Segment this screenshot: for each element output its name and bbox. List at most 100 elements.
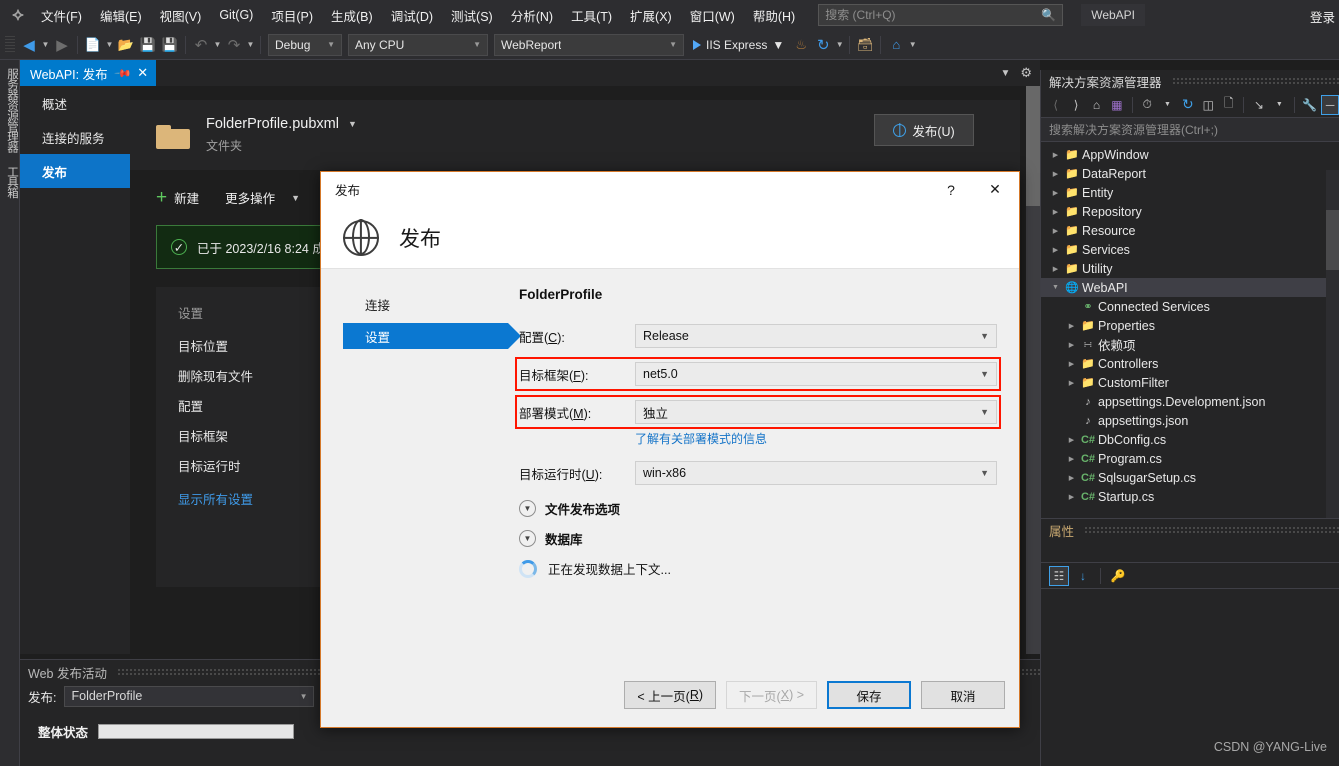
- navigate-forward-icon[interactable]: ▶: [51, 34, 73, 56]
- browser-link-dropdown-icon[interactable]: ▼: [907, 34, 918, 56]
- tree-item[interactable]: ▶ 📁 Services: [1041, 240, 1339, 259]
- expander-collapsed-icon[interactable]: ▶: [1049, 265, 1062, 273]
- browser-link-icon[interactable]: ⌂: [885, 34, 907, 56]
- toolbar-grip[interactable]: [5, 35, 15, 54]
- minimize-icon[interactable]: ─: [1321, 94, 1339, 115]
- navigate-backward-icon[interactable]: ◀: [18, 34, 40, 56]
- expander-collapsed-icon[interactable]: ▶: [1065, 474, 1078, 482]
- menu-item-9[interactable]: 工具(T): [562, 2, 621, 29]
- tab-webapi-publish[interactable]: WebAPI: 发布 📌 ✕: [20, 60, 157, 86]
- tree-item[interactable]: ▶ C# Program.cs: [1041, 449, 1339, 468]
- configuration-combo[interactable]: Debug ▼: [268, 33, 342, 56]
- dialog-field-select[interactable]: net5.0 ▼: [635, 362, 997, 386]
- tree-item[interactable]: ♪ appsettings.Development.json: [1041, 392, 1339, 411]
- refresh-icon[interactable]: ↻: [1179, 95, 1196, 115]
- publish-nav-item-1[interactable]: 连接的服务: [20, 120, 130, 154]
- categorized-icon[interactable]: ☷: [1049, 565, 1069, 586]
- chevron-down-icon[interactable]: ▼: [1000, 68, 1010, 79]
- tree-item[interactable]: ▶ 📁 Properties: [1041, 316, 1339, 335]
- tree-item[interactable]: ▶ 📁 Repository: [1041, 202, 1339, 221]
- undo-icon[interactable]: ↶: [190, 34, 212, 56]
- expander-collapsed-icon[interactable]: ▶: [1049, 151, 1062, 159]
- collapse-all-icon[interactable]: ◫: [1200, 95, 1217, 115]
- tree-item[interactable]: ▶ C# SqlsugarSetup.cs: [1041, 468, 1339, 487]
- tree-item[interactable]: ▶ 📁 Entity: [1041, 183, 1339, 202]
- chevron-down-icon[interactable]: ▼: [1271, 95, 1288, 115]
- dialog-field-select[interactable]: 独立 ▼: [635, 400, 997, 424]
- tree-item[interactable]: ▶ C# DbConfig.cs: [1041, 430, 1339, 449]
- expander-collapsed-icon[interactable]: ▶: [1049, 246, 1062, 254]
- alphabetical-icon[interactable]: ↓: [1073, 566, 1093, 586]
- dialog-button-3[interactable]: 取消: [921, 681, 1005, 709]
- menu-item-11[interactable]: 窗口(W): [681, 2, 744, 29]
- sync-icon[interactable]: ↘: [1250, 95, 1267, 115]
- solution-explorer-scrollbar[interactable]: [1326, 170, 1339, 518]
- save-all-icon[interactable]: 💾: [159, 34, 181, 56]
- publish-nav-item-0[interactable]: 概述: [20, 86, 130, 120]
- help-icon[interactable]: ?: [929, 173, 973, 206]
- menu-item-12[interactable]: 帮助(H): [744, 2, 804, 29]
- restart-icon[interactable]: ↻: [812, 34, 834, 56]
- more-actions-button[interactable]: 更多操作 ▼: [225, 188, 300, 207]
- menu-item-8[interactable]: 分析(N): [502, 2, 562, 29]
- expander-collapsed-icon[interactable]: ▶: [1049, 208, 1062, 216]
- properties-wrench-icon[interactable]: 🔧: [1301, 95, 1318, 115]
- chevron-down-icon[interactable]: ▼: [1159, 95, 1176, 115]
- tree-item[interactable]: ⚭ Connected Services: [1041, 297, 1339, 316]
- dock-item-server-explorer[interactable]: 服务器资源管理器: [0, 68, 20, 152]
- expander-collapsed-icon[interactable]: ▶: [1065, 360, 1078, 368]
- tree-item[interactable]: ▶ 📁 Utility: [1041, 259, 1339, 278]
- dialog-button-2[interactable]: 保存: [827, 681, 911, 709]
- pin-icon[interactable]: 📌: [113, 64, 132, 82]
- menu-item-6[interactable]: 调试(D): [382, 2, 442, 29]
- expander-collapsed-icon[interactable]: ▶: [1049, 227, 1062, 235]
- redo-icon[interactable]: ↷: [223, 34, 245, 56]
- menu-item-4[interactable]: 项目(P): [262, 2, 322, 29]
- dialog-field-select[interactable]: win-x86 ▼: [635, 461, 997, 485]
- tree-item[interactable]: ▼ 🌐 WebAPI: [1041, 278, 1339, 297]
- platform-combo[interactable]: Any CPU ▼: [348, 33, 488, 56]
- chevron-down-icon[interactable]: ▼: [348, 119, 357, 129]
- expander-collapsed-icon[interactable]: ▶: [1065, 322, 1078, 330]
- undo-dropdown-icon[interactable]: ▼: [212, 34, 223, 56]
- chevron-down-icon[interactable]: ▼: [772, 38, 784, 52]
- property-pages-icon[interactable]: 🔑: [1108, 566, 1128, 586]
- tree-item[interactable]: ▶ C# Startup.cs: [1041, 487, 1339, 506]
- menu-item-7[interactable]: 测试(S): [442, 2, 502, 29]
- gear-icon[interactable]: ⚙: [1020, 65, 1032, 81]
- search-box[interactable]: 🔍: [818, 4, 1064, 26]
- tree-item[interactable]: ♪ appsettings.json: [1041, 411, 1339, 430]
- tree-item[interactable]: ▶ 📁 DataReport: [1041, 164, 1339, 183]
- tree-item[interactable]: ▶ 📁 Controllers: [1041, 354, 1339, 373]
- pending-changes-icon[interactable]: ⏱: [1138, 95, 1155, 115]
- forward-icon[interactable]: ⟩: [1067, 95, 1084, 115]
- expander-collapsed-icon[interactable]: ▶: [1065, 436, 1078, 444]
- menu-item-10[interactable]: 扩展(X): [621, 2, 681, 29]
- new-profile-button[interactable]: + 新建: [156, 188, 199, 207]
- deployment-mode-learn-link[interactable]: 了解有关部署模式的信息: [635, 430, 997, 447]
- close-icon[interactable]: ✕: [137, 65, 148, 81]
- publish-profile-combo[interactable]: FolderProfile ▼: [64, 685, 315, 707]
- new-project-dropdown-icon[interactable]: ▼: [104, 34, 115, 56]
- redo-dropdown-icon[interactable]: ▼: [245, 34, 256, 56]
- menu-item-5[interactable]: 生成(B): [322, 2, 382, 29]
- expander-collapsed-icon[interactable]: ▶: [1049, 170, 1062, 178]
- restart-dropdown-icon[interactable]: ▼: [834, 34, 845, 56]
- back-icon[interactable]: ⟨: [1047, 95, 1064, 115]
- dialog-section-1[interactable]: ▼ 数据库: [519, 529, 997, 548]
- start-debug-button[interactable]: IIS Express ▼: [687, 34, 790, 56]
- hot-reload-icon[interactable]: ♨: [790, 34, 812, 56]
- show-all-files-icon[interactable]: 🗋: [1220, 95, 1237, 115]
- expander-collapsed-icon[interactable]: ▶: [1065, 379, 1078, 387]
- dock-item-toolbox[interactable]: 工具箱: [0, 166, 20, 198]
- solution-view-icon[interactable]: ▦: [1108, 95, 1125, 115]
- tree-item[interactable]: ▶ 📁 AppWindow: [1041, 145, 1339, 164]
- sign-in-link[interactable]: 登录: [1310, 7, 1335, 26]
- close-icon[interactable]: ✕: [973, 173, 1017, 206]
- expander-collapsed-icon[interactable]: ▶: [1065, 341, 1078, 349]
- expander-expanded-icon[interactable]: ▼: [1049, 284, 1062, 291]
- expander-collapsed-icon[interactable]: ▶: [1065, 493, 1078, 501]
- new-project-icon[interactable]: 📄: [82, 34, 104, 56]
- publish-doc-scrollbar[interactable]: [1026, 86, 1040, 654]
- chevron-down-icon[interactable]: ▼: [519, 500, 536, 517]
